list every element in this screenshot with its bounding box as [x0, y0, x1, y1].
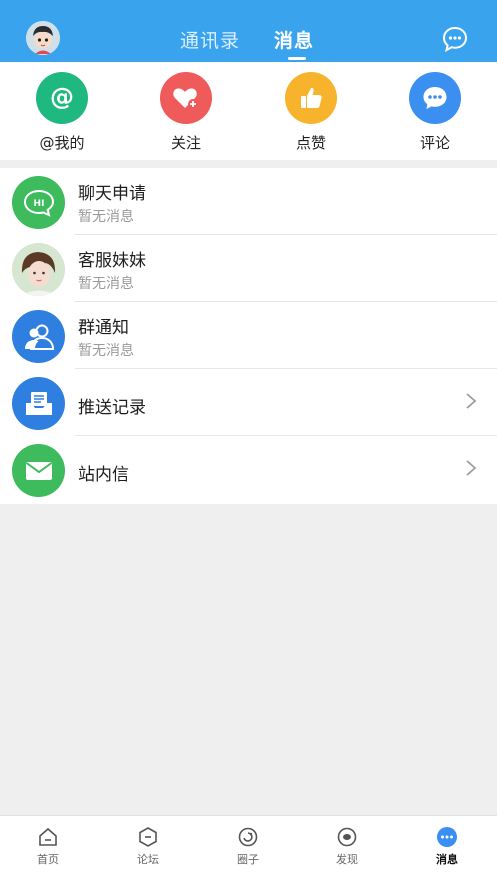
svg-text:HI: HI	[33, 199, 44, 209]
tab-contacts[interactable]: 通讯录	[180, 26, 240, 53]
chevron-right-icon	[466, 460, 477, 476]
nav-label: 论坛	[137, 853, 159, 866]
list-item-title: 群通知	[78, 318, 129, 338]
quick-action-label: 关注	[170, 134, 201, 152]
list-item-title: 站内信	[78, 465, 129, 485]
list-item-subtitle: 暂无消息	[78, 343, 134, 359]
header-tabs: 通讯录 消息	[0, 0, 497, 62]
list-item-title: 推送记录	[78, 398, 146, 418]
list-item-title: 客服妹妹	[78, 251, 146, 271]
mail-icon	[12, 444, 65, 497]
chevron-right-icon	[466, 393, 477, 409]
quick-action-at-me[interactable]: @ @我的	[22, 72, 102, 153]
chat-bubble-icon	[442, 26, 468, 52]
nav-item-discover[interactable]: 发现	[317, 826, 377, 867]
thumbs-up-icon	[285, 72, 337, 124]
message-icon	[436, 826, 458, 848]
hi-chat-icon: HI	[12, 176, 65, 229]
list-item-subtitle: 暂无消息	[78, 209, 134, 225]
nav-label: 圈子	[237, 853, 259, 866]
comment-icon	[409, 72, 461, 124]
list-item-title: 聊天申请	[78, 184, 146, 204]
nav-item-home[interactable]: 首页	[18, 826, 78, 867]
list-item-chat-request[interactable]: HI 聊天申请 暂无消息	[0, 168, 497, 235]
message-list: HI 聊天申请 暂无消息 客服妹妹 暂无消息 群通知 暂无消息 推送记录 站内信	[0, 168, 497, 504]
chat-bubble-button[interactable]	[442, 26, 468, 52]
support-avatar	[12, 243, 65, 296]
push-inbox-icon	[12, 377, 65, 430]
nav-label: 发现	[336, 853, 358, 866]
quick-action-label: 评论	[419, 134, 450, 152]
quick-action-comments[interactable]: 评论	[395, 72, 475, 153]
quick-action-follow[interactable]: 关注	[146, 72, 226, 153]
svg-text:@: @	[50, 83, 74, 111]
top-bar: 通讯录 消息	[0, 0, 497, 62]
list-item-subtitle: 暂无消息	[78, 276, 134, 292]
active-tab-indicator	[288, 57, 306, 60]
tab-messages[interactable]: 消息	[274, 26, 314, 53]
nav-item-circle[interactable]: 圈子	[218, 826, 278, 867]
nav-item-forum[interactable]: 论坛	[118, 826, 178, 867]
nav-label: 首页	[37, 853, 59, 866]
circle-icon	[237, 826, 259, 848]
quick-actions: @ @我的 关注 点赞 评论	[0, 62, 497, 160]
home-icon	[37, 826, 59, 848]
quick-action-likes[interactable]: 点赞	[271, 72, 351, 153]
nav-item-messages[interactable]: 消息	[417, 826, 477, 867]
list-item-customer-service[interactable]: 客服妹妹 暂无消息	[0, 235, 497, 302]
forum-icon	[137, 826, 159, 848]
at-icon: @	[36, 72, 88, 124]
heart-plus-icon	[160, 72, 212, 124]
quick-action-label: @我的	[39, 134, 85, 152]
list-item-push-records[interactable]: 推送记录	[0, 369, 497, 436]
nav-label: 消息	[436, 853, 458, 866]
list-item-group-notice[interactable]: 群通知 暂无消息	[0, 302, 497, 369]
list-item-site-mail[interactable]: 站内信	[0, 436, 497, 503]
group-icon	[12, 310, 65, 363]
discover-icon	[336, 826, 358, 848]
bottom-navigation: 首页 论坛 圈子 发现 消息	[0, 815, 497, 884]
quick-action-label: 点赞	[295, 134, 326, 152]
